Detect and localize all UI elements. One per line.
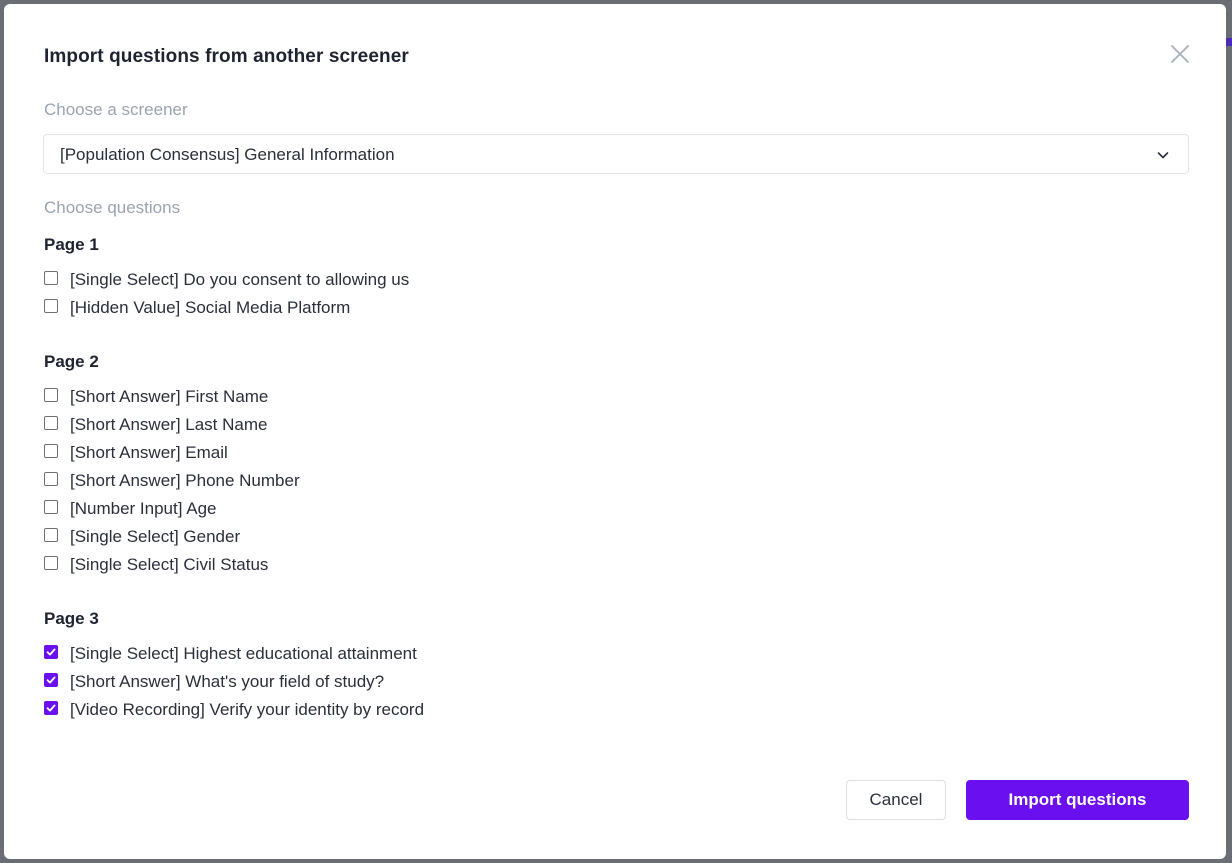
question-checkbox[interactable] xyxy=(44,271,58,285)
backdrop-accent xyxy=(1226,38,1232,46)
question-checkbox[interactable] xyxy=(44,500,58,514)
checkmark-icon xyxy=(46,676,56,684)
dialog-title: Import questions from another screener xyxy=(44,46,409,67)
question-list: [Single Select] Do you consent to allowi… xyxy=(44,266,409,322)
question-label: [Short Answer] First Name xyxy=(70,387,269,406)
question-label: [Number Input] Age xyxy=(70,499,217,518)
question-label: [Short Answer] Email xyxy=(70,443,228,462)
close-icon xyxy=(1171,45,1189,63)
question-label: [Single Select] Highest educational atta… xyxy=(70,644,417,663)
question-label: [Short Answer] What's your field of stud… xyxy=(70,672,385,691)
page-group-1: Page 1 [Single Select] Do you consent to… xyxy=(44,234,409,322)
question-item[interactable]: [Short Answer] Last Name xyxy=(44,411,300,439)
question-checkbox[interactable] xyxy=(44,472,58,486)
question-checkbox[interactable] xyxy=(44,528,58,542)
question-label: [Single Select] Gender xyxy=(70,527,241,546)
question-item[interactable]: [Short Answer] First Name xyxy=(44,383,300,411)
question-label: [Single Select] Civil Status xyxy=(70,555,269,574)
question-checkbox[interactable] xyxy=(44,673,58,687)
chevron-down-icon xyxy=(1157,152,1169,159)
question-label: [Short Answer] Phone Number xyxy=(70,471,300,490)
question-item[interactable]: [Single Select] Do you consent to allowi… xyxy=(44,266,409,294)
cancel-button[interactable]: Cancel xyxy=(846,780,946,820)
question-checkbox[interactable] xyxy=(44,444,58,458)
question-label: [Short Answer] Last Name xyxy=(70,415,268,434)
question-checkbox[interactable] xyxy=(44,299,58,313)
question-item[interactable]: [Video Recording] Verify your identity b… xyxy=(44,696,424,724)
question-item[interactable]: [Hidden Value] Social Media Platform xyxy=(44,294,409,322)
question-checkbox[interactable] xyxy=(44,556,58,570)
question-item[interactable]: [Short Answer] What's your field of stud… xyxy=(44,668,424,696)
question-item[interactable]: [Short Answer] Phone Number xyxy=(44,467,300,495)
question-list: [Short Answer] First Name [Short Answer] … xyxy=(44,383,300,579)
page-title: Page 3 xyxy=(44,609,99,628)
page-group-3: Page 3 [Single Select] Highest education… xyxy=(44,608,424,724)
screener-select[interactable]: [Population Consensus] General Informati… xyxy=(43,134,1189,174)
question-label: [Hidden Value] Social Media Platform xyxy=(70,298,351,317)
import-questions-dialog: Import questions from another screener C… xyxy=(4,4,1226,859)
choose-screener-label: Choose a screener xyxy=(44,100,188,119)
question-checkbox[interactable] xyxy=(44,388,58,402)
question-item[interactable]: [Short Answer] Email xyxy=(44,439,300,467)
choose-questions-label: Choose questions xyxy=(44,198,181,217)
page-title: Page 1 xyxy=(44,235,99,254)
close-button[interactable] xyxy=(1168,42,1192,66)
page-group-2: Page 2 [Short Answer] First Name [Short A… xyxy=(44,351,300,579)
question-list: [Single Select] Highest educational atta… xyxy=(44,640,424,724)
screener-select-value: [Population Consensus] General Informati… xyxy=(60,145,395,164)
question-item[interactable]: [Single Select] Civil Status xyxy=(44,551,300,579)
question-checkbox[interactable] xyxy=(44,416,58,430)
page-title: Page 2 xyxy=(44,352,99,371)
question-checkbox[interactable] xyxy=(44,645,58,659)
question-item[interactable]: [Single Select] Highest educational atta… xyxy=(44,640,424,668)
checkmark-icon xyxy=(46,704,56,712)
question-label: [Video Recording] Verify your identity b… xyxy=(70,700,425,719)
question-item[interactable]: [Single Select] Gender xyxy=(44,523,300,551)
question-label: [Single Select] Do you consent to allowi… xyxy=(70,270,410,289)
checkmark-icon xyxy=(46,648,56,656)
question-checkbox[interactable] xyxy=(44,701,58,715)
import-questions-button[interactable]: Import questions xyxy=(966,780,1189,820)
question-item[interactable]: [Number Input] Age xyxy=(44,495,300,523)
